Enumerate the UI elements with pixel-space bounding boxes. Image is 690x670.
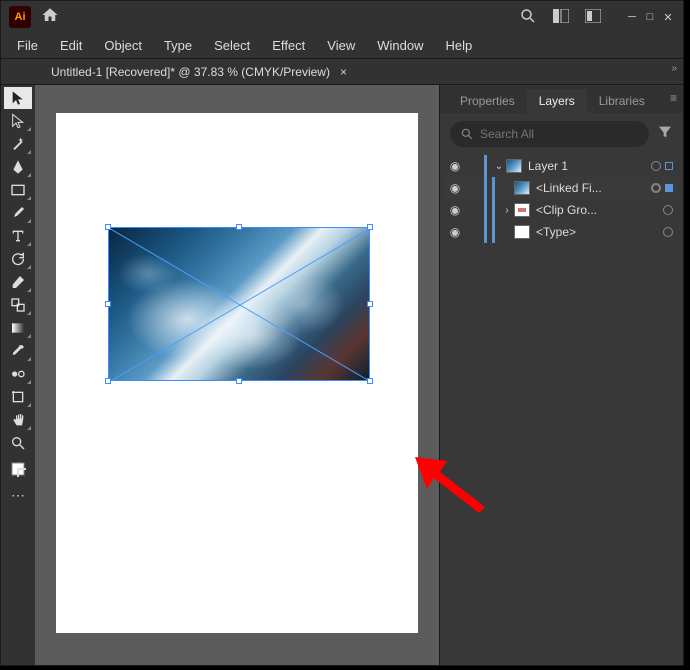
- gradient-tool[interactable]: [4, 317, 32, 339]
- layer-row[interactable]: ◉ <Type>: [444, 221, 679, 243]
- handle-bottom-left[interactable]: [105, 378, 111, 384]
- menu-view[interactable]: View: [317, 35, 365, 56]
- select-indicator[interactable]: [665, 184, 673, 192]
- rotate-tool[interactable]: [4, 248, 32, 270]
- target-icon[interactable]: [651, 161, 661, 171]
- layer-list: ◉ ⌄ Layer 1 ◉ <Linked Fi... ◉: [440, 155, 683, 243]
- edit-toolbar[interactable]: ⋯: [4, 484, 32, 506]
- placed-linked-image[interactable]: [108, 227, 370, 381]
- layer-thumbnail: [514, 225, 530, 239]
- close-button[interactable]: ✕: [661, 10, 675, 24]
- layer-thumbnail: [514, 181, 530, 195]
- layer-search-row: [440, 113, 683, 155]
- tab-properties[interactable]: Properties: [448, 89, 527, 113]
- expand-icon[interactable]: ›: [500, 205, 514, 216]
- toolbar: ⋯: [1, 85, 35, 665]
- expand-icon[interactable]: ⌄: [492, 161, 506, 172]
- document-tab[interactable]: Untitled-1 [Recovered]* @ 37.83 % (CMYK/…: [41, 61, 357, 83]
- selection-tool[interactable]: [4, 87, 32, 109]
- tab-layers[interactable]: Layers: [527, 89, 587, 113]
- titlebar: Ai ─ □ ✕: [1, 1, 683, 33]
- visibility-icon[interactable]: ◉: [444, 181, 466, 195]
- target-icon[interactable]: [651, 183, 661, 193]
- scale-tool[interactable]: [4, 294, 32, 316]
- menu-edit[interactable]: Edit: [50, 35, 92, 56]
- handle-mid-right[interactable]: [367, 301, 373, 307]
- visibility-icon[interactable]: ◉: [444, 203, 466, 217]
- visibility-icon[interactable]: ◉: [444, 225, 466, 239]
- layer-thumbnail: [506, 159, 522, 173]
- handle-mid-left[interactable]: [105, 301, 111, 307]
- type-tool[interactable]: [4, 225, 32, 247]
- eyedropper-tool[interactable]: [4, 340, 32, 362]
- fill-stroke[interactable]: [4, 455, 32, 483]
- hand-tool[interactable]: [4, 409, 32, 431]
- app-logo: Ai: [9, 6, 31, 28]
- handle-bottom-right[interactable]: [367, 378, 373, 384]
- layer-thumbnail: [514, 203, 530, 217]
- arrange-icon[interactable]: [585, 9, 601, 26]
- menu-select[interactable]: Select: [204, 35, 260, 56]
- layer-row[interactable]: ◉ ⌄ Layer 1: [444, 155, 679, 177]
- menu-file[interactable]: File: [7, 35, 48, 56]
- right-panels: Properties Layers Libraries ≡ ◉ ⌄ Laye: [439, 85, 683, 665]
- tab-libraries[interactable]: Libraries: [587, 89, 657, 113]
- pen-tool[interactable]: [4, 156, 32, 178]
- target-icon[interactable]: [663, 205, 673, 215]
- menu-type[interactable]: Type: [154, 35, 202, 56]
- visibility-icon[interactable]: ◉: [444, 159, 466, 173]
- menu-object[interactable]: Object: [94, 35, 152, 56]
- document-title: Untitled-1 [Recovered]* @ 37.83 % (CMYK/…: [51, 65, 330, 79]
- blend-tool[interactable]: [4, 363, 32, 385]
- workspace-icon[interactable]: [553, 9, 569, 26]
- search-box[interactable]: [450, 121, 649, 147]
- search-input[interactable]: [480, 127, 639, 141]
- rectangle-tool[interactable]: [4, 179, 32, 201]
- home-icon[interactable]: [41, 6, 59, 29]
- image-content: [109, 228, 369, 380]
- artboard[interactable]: [56, 113, 418, 633]
- layer-row[interactable]: ◉ › <Clip Gro...: [444, 199, 679, 221]
- layer-name[interactable]: <Clip Gro...: [536, 203, 663, 217]
- handle-bottom-center[interactable]: [236, 378, 242, 384]
- filter-icon[interactable]: [657, 124, 673, 145]
- window-controls: ─ □ ✕: [625, 10, 675, 24]
- layer-name[interactable]: Layer 1: [528, 159, 651, 173]
- zoom-tool[interactable]: [4, 432, 32, 454]
- panel-menu-icon[interactable]: ≡: [670, 91, 677, 105]
- canvas-area[interactable]: [35, 85, 439, 665]
- select-indicator[interactable]: [665, 162, 673, 170]
- layer-name[interactable]: <Linked Fi...: [536, 181, 651, 195]
- handle-top-left[interactable]: [105, 224, 111, 230]
- eraser-tool[interactable]: [4, 271, 32, 293]
- menu-effect[interactable]: Effect: [262, 35, 315, 56]
- menu-help[interactable]: Help: [435, 35, 482, 56]
- layer-name[interactable]: <Type>: [536, 225, 663, 239]
- paintbrush-tool[interactable]: [4, 202, 32, 224]
- menu-window[interactable]: Window: [367, 35, 433, 56]
- direct-selection-tool[interactable]: [4, 110, 32, 132]
- handle-top-right[interactable]: [367, 224, 373, 230]
- maximize-button[interactable]: □: [643, 10, 657, 24]
- minimize-button[interactable]: ─: [625, 10, 639, 24]
- magic-wand-tool[interactable]: [4, 133, 32, 155]
- tab-close-icon[interactable]: ×: [340, 65, 347, 79]
- search-icon[interactable]: [519, 7, 537, 28]
- app-window: Ai ─ □ ✕ File Edit Object Type Select Ef…: [0, 0, 684, 666]
- document-tabbar: Untitled-1 [Recovered]* @ 37.83 % (CMYK/…: [1, 59, 683, 85]
- artboard-tool[interactable]: [4, 386, 32, 408]
- target-icon[interactable]: [663, 227, 673, 237]
- handle-top-center[interactable]: [236, 224, 242, 230]
- panel-tabs: Properties Layers Libraries ≡: [440, 85, 683, 113]
- tabbar-chevron-icon[interactable]: »: [671, 63, 677, 74]
- main-body: ⋯: [1, 85, 683, 665]
- menubar: File Edit Object Type Select Effect View…: [1, 33, 683, 59]
- layer-row[interactable]: ◉ <Linked Fi...: [444, 177, 679, 199]
